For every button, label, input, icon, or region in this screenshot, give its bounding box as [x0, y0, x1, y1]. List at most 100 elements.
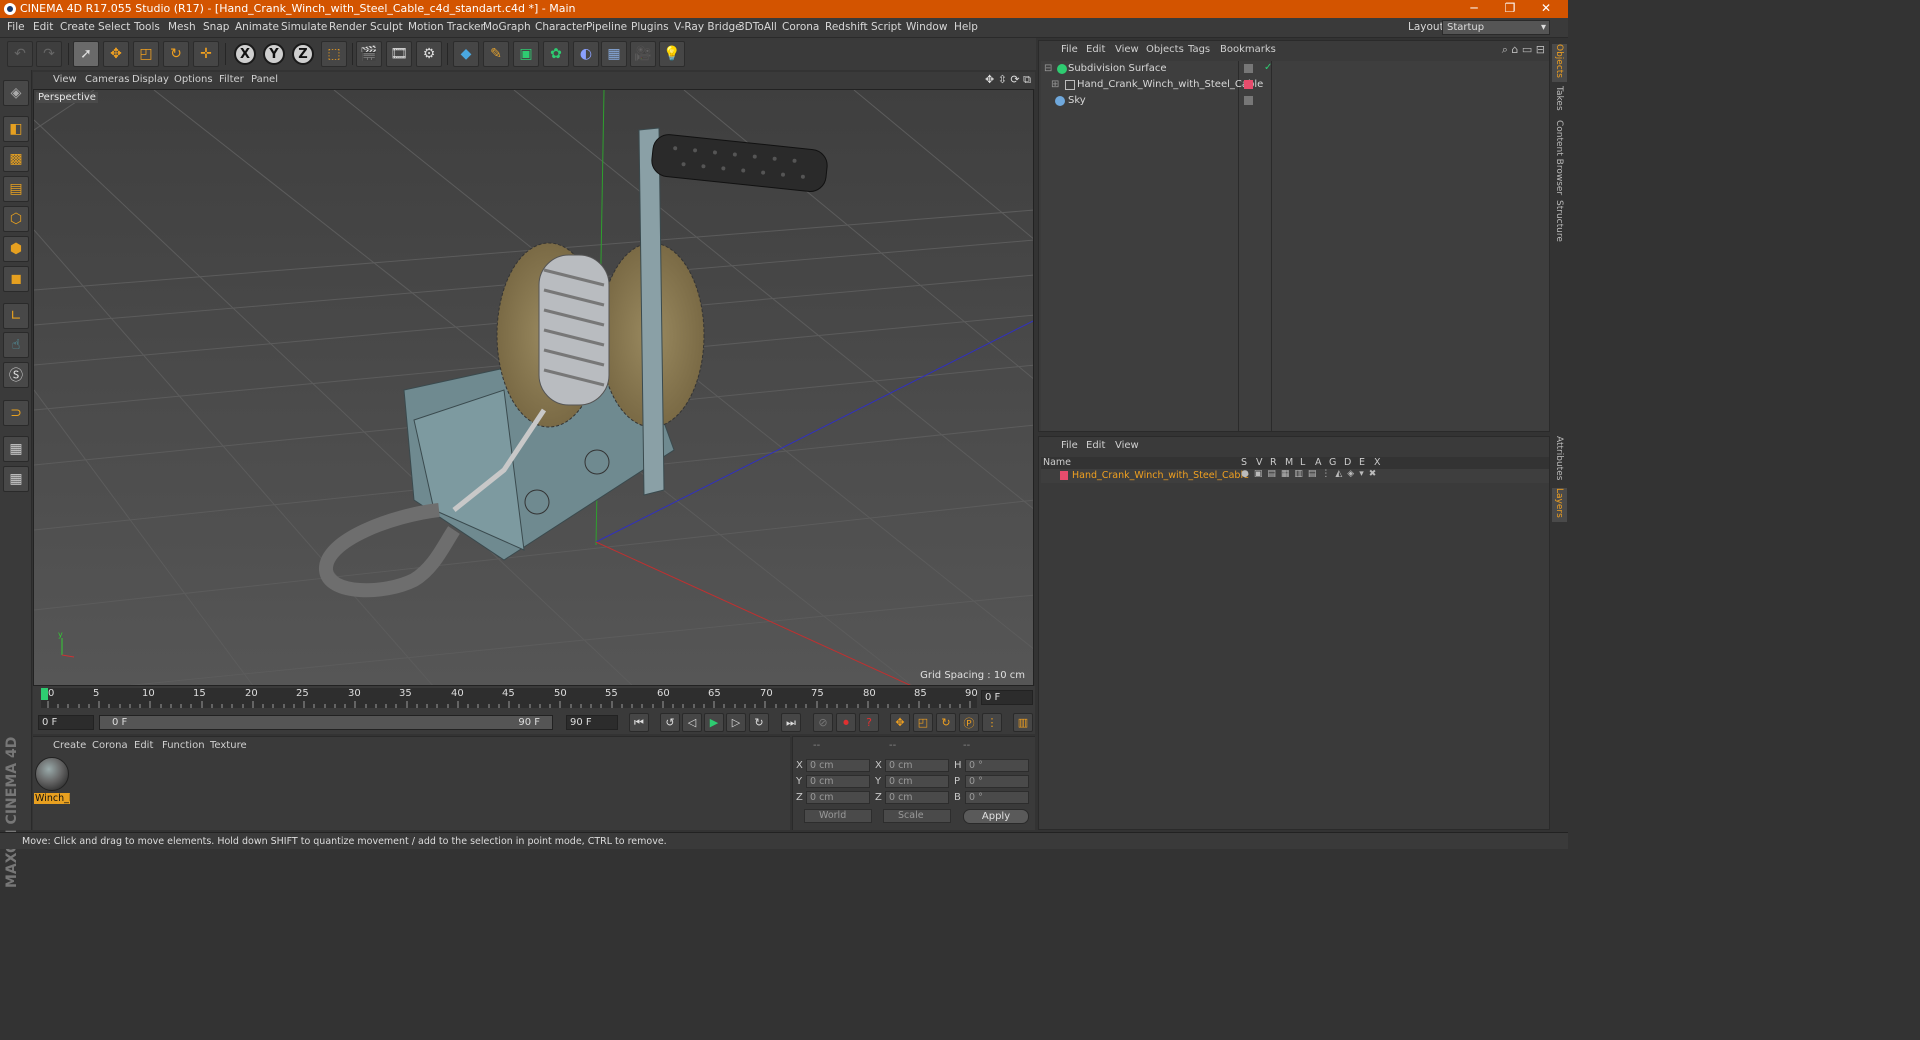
key-parameter-icon[interactable]: Ⓟ — [959, 713, 979, 732]
menu-script[interactable]: Script — [871, 21, 901, 33]
tweak-mode-icon[interactable]: ☝ — [3, 332, 29, 358]
object-menu-bookmarks[interactable]: Bookmarks — [1220, 44, 1276, 55]
array-cloner-icon[interactable]: ✿ — [543, 41, 569, 67]
redo-icon[interactable]: ↷ — [36, 41, 62, 67]
object-menu-edit[interactable]: Edit — [1086, 44, 1105, 55]
menu-mesh[interactable]: Mesh — [168, 21, 196, 33]
object-manager-search-icon[interactable]: ⌕ ⌂ ▭ ⊟ — [1502, 43, 1545, 57]
keyframe-selection-icon[interactable]: ? — [859, 713, 879, 732]
material-thumbnail[interactable] — [35, 757, 69, 791]
render-to-picture-viewer-icon[interactable]: 🎞 — [386, 41, 412, 67]
pos-y-field[interactable]: 0 cm — [806, 775, 870, 788]
coordinate-mode-select[interactable]: Scale — [883, 809, 951, 823]
pos-z-field[interactable]: 0 cm — [806, 791, 870, 804]
texture-mode-icon[interactable]: ▩ — [3, 146, 29, 172]
object-row[interactable]: ⊞ Hand_Crank_Winch_with_Steel_Cable — [1041, 77, 1549, 93]
lock-workplane-icon[interactable]: ▦ — [3, 436, 29, 462]
size-x-field[interactable]: 0 cm — [885, 759, 949, 772]
menu-create[interactable]: Create — [60, 21, 95, 33]
menu-window[interactable]: Window — [906, 21, 947, 33]
live-selection-icon[interactable]: ➚ — [73, 41, 99, 67]
menu-select[interactable]: Select — [98, 21, 130, 33]
tab-layers[interactable]: Layers — [1552, 488, 1567, 522]
object-menu-tags[interactable]: Tags — [1188, 44, 1210, 55]
maximize-button[interactable]: ❐ — [1492, 0, 1528, 18]
menu-simulate[interactable]: Simulate — [281, 21, 327, 33]
object-row[interactable]: ⊟ Subdivision Surface ✓ — [1041, 61, 1549, 77]
viewport-menu-filter[interactable]: Filter — [219, 74, 244, 85]
layer-name[interactable]: Hand_Crank_Winch_with_Steel_Cable — [1072, 470, 1249, 481]
object-menu-view[interactable]: View — [1115, 44, 1139, 55]
menu-plugins[interactable]: Plugins — [631, 21, 669, 33]
next-key-icon[interactable]: ↻ — [749, 713, 769, 732]
render-view-icon[interactable]: 🎬 — [356, 41, 382, 67]
menu-pipeline[interactable]: Pipeline — [586, 21, 627, 33]
camera-icon[interactable]: 🎥 — [630, 41, 656, 67]
tab-content-browser[interactable]: Content Browser — [1552, 120, 1567, 195]
timeline-window-icon[interactable]: ▥ — [1013, 713, 1033, 732]
move-tool-icon[interactable]: ✥ — [103, 41, 129, 67]
object-name[interactable]: Subdivision Surface — [1068, 63, 1167, 74]
planar-workplane-icon[interactable]: ▦ — [3, 466, 29, 492]
points-mode-icon[interactable]: ⬡ — [3, 206, 29, 232]
autokeying-icon[interactable]: ⏺ — [836, 713, 856, 732]
x-axis-lock-button[interactable]: X — [234, 43, 256, 65]
menu-corona[interactable]: Corona — [782, 21, 819, 33]
y-axis-lock-button[interactable]: Y — [263, 43, 285, 65]
snap-icon[interactable]: Ⓢ — [3, 362, 29, 388]
menu-vray-bridge[interactable]: V-Ray Bridge — [674, 21, 742, 33]
size-z-field[interactable]: 0 cm — [885, 791, 949, 804]
next-frame-icon[interactable]: ▷ — [726, 713, 746, 732]
menu-snap[interactable]: Snap — [203, 21, 229, 33]
minimize-button[interactable]: ─ — [1456, 0, 1492, 18]
transform-tool-icon[interactable]: ✛ — [193, 41, 219, 67]
viewport-menu-panel[interactable]: Panel — [251, 74, 278, 85]
tab-takes[interactable]: Takes — [1552, 86, 1567, 116]
tab-objects[interactable]: Objects — [1552, 44, 1567, 82]
collapse-icon[interactable]: ⊟ — [1044, 63, 1052, 74]
max-frame-field[interactable]: 90 F — [566, 715, 618, 730]
z-axis-lock-button[interactable]: Z — [292, 43, 314, 65]
rot-h-field[interactable]: 0 ° — [965, 759, 1029, 772]
layer-row[interactable]: Hand_Crank_Winch_with_Steel_Cable ●▣▤▦▥▤… — [1041, 469, 1549, 483]
menu-character[interactable]: Character — [535, 21, 587, 33]
timeline[interactable]: 0 5 10 15 20 25 30 35 40 45 50 55 60 65 … — [33, 686, 1035, 712]
workplane-mode-icon[interactable]: ▤ — [3, 176, 29, 202]
material-menu-function[interactable]: Function — [162, 740, 205, 751]
light-icon[interactable]: 💡 — [659, 41, 685, 67]
menu-motion-tracker[interactable]: Motion Tracker — [408, 21, 485, 33]
key-point-level-icon[interactable]: ⋮ — [982, 713, 1002, 732]
tab-attributes[interactable]: Attributes — [1552, 436, 1567, 484]
undo-icon[interactable]: ↶ — [7, 41, 33, 67]
go-to-end-icon[interactable]: ⏭ — [781, 713, 801, 732]
coordinate-space-select[interactable]: World — [804, 809, 872, 823]
key-rotation-icon[interactable]: ↻ — [936, 713, 956, 732]
menu-render[interactable]: Render — [329, 21, 366, 33]
axis-mode-icon[interactable]: ∟ — [3, 303, 29, 329]
enabled-check-icon[interactable]: ✓ — [1264, 62, 1272, 73]
layer-color-swatch[interactable] — [1060, 471, 1068, 480]
perspective-viewport[interactable]: y Perspective Grid Spacing : 10 cm — [33, 89, 1034, 686]
apply-button[interactable]: Apply — [963, 809, 1029, 824]
rot-b-field[interactable]: 0 ° — [965, 791, 1029, 804]
magnet-icon[interactable]: ⊃ — [3, 400, 29, 426]
editor-visibility-icon[interactable] — [1244, 64, 1253, 73]
viewport-menu-display[interactable]: Display — [132, 74, 169, 85]
rotate-tool-icon[interactable]: ↻ — [163, 41, 189, 67]
make-editable-icon[interactable]: ◈ — [3, 80, 29, 106]
material-menu-edit[interactable]: Edit — [134, 740, 153, 751]
preview-range-slider[interactable]: 0 F 90 F — [99, 715, 553, 730]
layer-menu-view[interactable]: View — [1115, 440, 1139, 451]
menu-3dtoall[interactable]: 3DToAll — [738, 21, 777, 33]
rot-p-field[interactable]: 0 ° — [965, 775, 1029, 788]
floor-object-icon[interactable]: ▦ — [601, 41, 627, 67]
editor-visibility-icon[interactable] — [1244, 96, 1253, 105]
viewport-navigation-icons[interactable]: ✥ ⇳ ⟳ ⧉ — [985, 73, 1031, 87]
polygons-mode-icon[interactable]: ◼ — [3, 266, 29, 292]
material-menu-texture[interactable]: Texture — [210, 740, 247, 751]
cube-object-icon[interactable]: ◆ — [453, 41, 479, 67]
subdivision-surface-icon[interactable]: ▣ — [513, 41, 539, 67]
key-scale-icon[interactable]: ◰ — [913, 713, 933, 732]
deformer-icon[interactable]: ◐ — [573, 41, 599, 67]
menu-animate[interactable]: Animate — [235, 21, 279, 33]
